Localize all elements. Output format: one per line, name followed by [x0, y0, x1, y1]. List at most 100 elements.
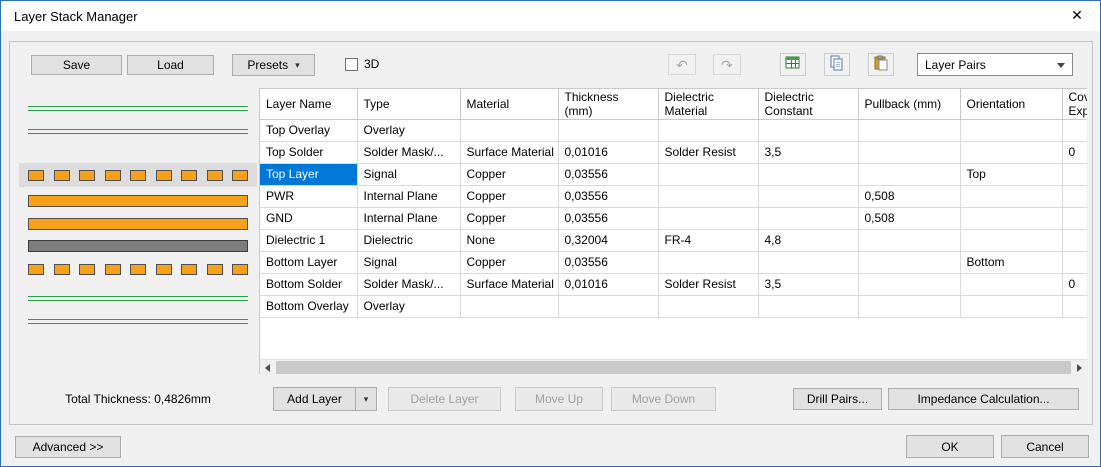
table-cell[interactable] [1062, 207, 1087, 230]
scroll-right-icon[interactable] [1072, 360, 1087, 374]
table-cell[interactable]: Top [960, 163, 1063, 186]
table-cell[interactable]: GND [260, 207, 358, 230]
scrollbar-thumb[interactable] [276, 361, 1071, 374]
ok-button[interactable]: OK [906, 435, 994, 458]
table-cell[interactable]: Internal Plane [357, 207, 461, 230]
table-cell[interactable] [960, 207, 1063, 230]
table-cell[interactable]: 0,03556 [558, 251, 659, 274]
scroll-left-icon[interactable] [260, 360, 275, 374]
table-cell[interactable]: 0 [1062, 273, 1087, 296]
table-cell[interactable] [658, 163, 759, 186]
move-up-button[interactable]: Move Up [515, 387, 603, 411]
cancel-button[interactable]: Cancel [1001, 435, 1089, 458]
stack-layer-bottom-layer[interactable] [28, 263, 248, 276]
table-cell[interactable] [1062, 251, 1087, 274]
table-cell[interactable] [1062, 185, 1087, 208]
redo-button[interactable]: ↷ [713, 54, 741, 75]
table-cell[interactable]: 0,01016 [558, 141, 659, 164]
save-button[interactable]: Save [31, 55, 122, 75]
table-cell[interactable]: Solder Resist [658, 273, 759, 296]
table-cell[interactable]: Copper [460, 163, 559, 186]
column-header[interactable]: Pullback (mm) [858, 89, 961, 120]
table-cell[interactable]: None [460, 229, 559, 252]
table-cell[interactable]: Solder Mask/... [357, 141, 461, 164]
table-cell[interactable] [960, 295, 1063, 318]
table-cell[interactable] [758, 207, 859, 230]
load-button[interactable]: Load [127, 55, 214, 75]
column-header[interactable]: Layer Name [260, 89, 358, 120]
column-header[interactable]: Material [460, 89, 559, 120]
table-cell[interactable] [1062, 119, 1087, 142]
table-cell[interactable] [858, 163, 961, 186]
table-cell[interactable] [858, 141, 961, 164]
paste-button[interactable] [868, 53, 894, 76]
stack-layer-dielectric-1[interactable] [28, 240, 248, 252]
stack-layer-pwr[interactable] [28, 195, 248, 207]
column-header[interactable]: Thickness (mm) [558, 89, 659, 120]
table-cell[interactable] [658, 295, 759, 318]
table-cell[interactable]: Internal Plane [357, 185, 461, 208]
table-cell[interactable]: FR-4 [658, 229, 759, 252]
table-cell[interactable]: 0,03556 [558, 163, 659, 186]
table-cell[interactable] [658, 119, 759, 142]
table-cell[interactable]: Signal [357, 251, 461, 274]
table-cell[interactable] [658, 251, 759, 274]
move-down-button[interactable]: Move Down [611, 387, 716, 411]
table-cell[interactable]: Surface Material [460, 141, 559, 164]
table-cell[interactable] [758, 251, 859, 274]
table-cell[interactable] [960, 273, 1063, 296]
stack-layer-bottom-overlay[interactable] [28, 319, 248, 324]
table-cell[interactable] [858, 273, 961, 296]
table-cell[interactable]: Top Overlay [260, 119, 358, 142]
column-header[interactable]: Dielectric Constant [758, 89, 859, 120]
table-cell[interactable] [658, 185, 759, 208]
undo-button[interactable]: ↶ [668, 54, 696, 75]
table-cell[interactable] [460, 295, 559, 318]
copy-button[interactable] [824, 53, 850, 76]
column-header[interactable]: Type [357, 89, 461, 120]
table-cell[interactable]: Overlay [357, 119, 461, 142]
table-cell[interactable] [558, 119, 659, 142]
table-cell[interactable]: Top Solder [260, 141, 358, 164]
column-header[interactable]: Cov Exp [1062, 89, 1087, 120]
table-cell[interactable] [758, 295, 859, 318]
table-cell[interactable] [758, 185, 859, 208]
table-cell[interactable]: Surface Material [460, 273, 559, 296]
horizontal-scrollbar[interactable] [260, 359, 1087, 374]
layer-pairs-select[interactable]: Layer Pairs [917, 53, 1073, 76]
close-button[interactable]: ✕ [1055, 1, 1099, 30]
presets-button[interactable]: Presets ▾ [232, 54, 315, 76]
stack-layer-top-overlay[interactable] [28, 106, 248, 111]
stack-layer-top-layer[interactable] [19, 163, 257, 187]
column-header[interactable]: Dielectric Material [658, 89, 759, 120]
table-cell[interactable]: 3,5 [758, 141, 859, 164]
table-cell[interactable] [858, 229, 961, 252]
stack-layer-top-solder[interactable] [28, 129, 248, 134]
table-cell[interactable]: Signal [357, 163, 461, 186]
table-cell[interactable] [1062, 229, 1087, 252]
table-cell[interactable]: Solder Mask/... [357, 273, 461, 296]
advanced-button[interactable]: Advanced >> [15, 436, 121, 458]
impedance-calculation-button[interactable]: Impedance Calculation... [888, 388, 1079, 410]
table-cell[interactable]: Overlay [357, 295, 461, 318]
table-cell[interactable] [858, 295, 961, 318]
delete-layer-button[interactable]: Delete Layer [388, 387, 501, 411]
table-cell[interactable]: 0,01016 [558, 273, 659, 296]
table-cell[interactable]: Bottom Solder [260, 273, 358, 296]
table-cell[interactable]: 0,508 [858, 207, 961, 230]
stack-layer-gnd[interactable] [28, 218, 248, 230]
table-cell[interactable]: Bottom Layer [260, 251, 358, 274]
table-cell[interactable] [658, 207, 759, 230]
table-cell[interactable]: 0,32004 [558, 229, 659, 252]
table-cell[interactable]: 0,508 [858, 185, 961, 208]
table-cell[interactable]: Top Layer [260, 163, 358, 186]
table-cell[interactable] [858, 251, 961, 274]
table-cell[interactable]: Copper [460, 207, 559, 230]
table-cell[interactable]: PWR [260, 185, 358, 208]
table-cell[interactable]: Bottom Overlay [260, 295, 358, 318]
3d-checkbox[interactable] [345, 58, 358, 71]
column-header[interactable]: Orientation [960, 89, 1063, 120]
table-cell[interactable] [960, 141, 1063, 164]
table-cell[interactable] [460, 119, 559, 142]
table-cell[interactable]: Dielectric 1 [260, 229, 358, 252]
